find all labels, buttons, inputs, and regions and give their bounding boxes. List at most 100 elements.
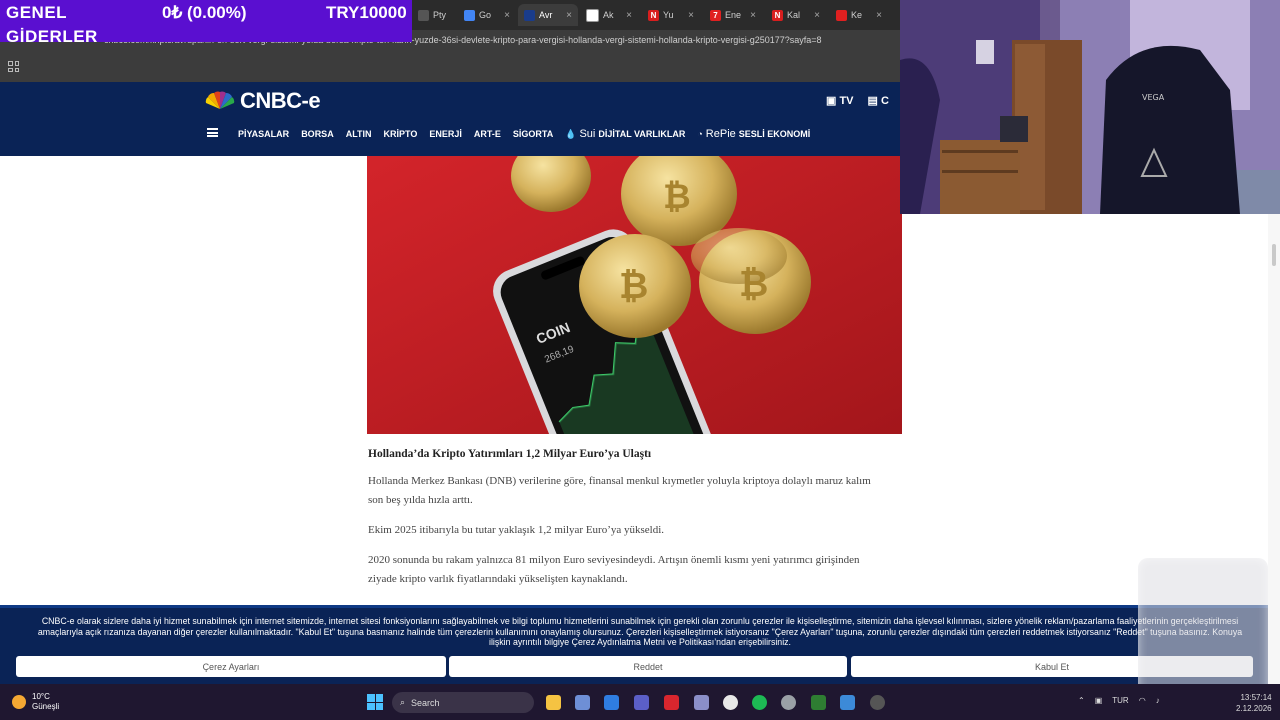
close-icon[interactable]: × (814, 10, 820, 21)
nav-item-art-e[interactable]: ART-E (474, 129, 501, 139)
tab-label: Avr (539, 10, 553, 20)
hamburger-menu-icon[interactable] (207, 128, 218, 137)
nav-item-enerji[interactable]: ENERJİ (429, 129, 462, 139)
tab-favicon (836, 9, 847, 21)
tab-favicon (418, 9, 429, 21)
radio-label: C (880, 95, 889, 107)
nav-item-borsa[interactable]: BORSA (301, 129, 334, 139)
tab-label: Go (479, 10, 492, 20)
tab-label: Pty (433, 10, 447, 20)
language-indicator[interactable]: TUR (1112, 696, 1128, 705)
scrollbar-thumb[interactable] (1272, 244, 1276, 266)
weather-widget[interactable]: 10°C Güneşli (12, 692, 59, 712)
chrome-icon[interactable] (723, 695, 738, 710)
repie-brand: RePie (705, 128, 736, 140)
search-label: Search (411, 697, 440, 708)
wifi-icon[interactable]: ◠ (1139, 696, 1146, 705)
taskbar-search[interactable]: ⌕ Search (392, 692, 534, 713)
close-icon[interactable]: × (750, 10, 756, 21)
repie-label: SESLİ EKONOMİ (738, 129, 811, 139)
bitcoin-phone-illustration: COIN 268,19 ₿ ₿ ₿ (367, 156, 902, 434)
search-icon: ⌕ (400, 697, 406, 707)
cookie-notice-text: CNBC-e olarak sizlere daha iyi hizmet su… (37, 616, 1243, 647)
bookmarks-bar (0, 54, 900, 83)
sui-drop-icon: 💧 (565, 128, 577, 139)
overlay-title-line2: GİDERLER (6, 27, 98, 46)
tab-yu[interactable]: N Yu × (642, 4, 700, 26)
overlay-balance: TRY10000 (326, 3, 407, 22)
overlay-title-line1: GENEL (6, 3, 68, 22)
task-view-icon[interactable] (575, 695, 590, 710)
nav-item-piyasalar[interactable]: PİYASALAR (238, 129, 289, 139)
tab-kal[interactable]: N Kal × (766, 4, 826, 26)
tab-label: Ene (725, 10, 742, 20)
close-icon[interactable]: × (876, 10, 882, 21)
tray-app-icon[interactable]: ▣ (1095, 696, 1103, 705)
chair-brand-text: VEGA (1142, 93, 1165, 102)
app-red-icon[interactable] (664, 695, 679, 710)
tv-label: TV (839, 95, 854, 107)
cookie-settings-button[interactable]: Çerez Ayarları (16, 656, 446, 677)
overlay-amount: 0₺ (0.00%) (162, 3, 247, 22)
repie-icon: ◔ (697, 129, 703, 139)
nav-item-sesli-ekonomi[interactable]: ◔ RePie SESLİ EKONOMİ (697, 128, 810, 140)
tab-label: Ak (603, 10, 614, 20)
webcam-room-image: VEGA (900, 0, 1280, 214)
photos-icon[interactable] (840, 695, 855, 710)
site-header: CNBC-e ▣ TV ▤ C PİYASALAR BORSA ALTIN KR… (0, 82, 900, 156)
store-icon[interactable] (604, 695, 619, 710)
nav-item-kripto[interactable]: KRİPTO (384, 129, 418, 139)
close-icon[interactable]: × (688, 10, 694, 21)
svg-text:₿: ₿ (739, 264, 768, 305)
taskbar-clock[interactable]: 13:57:14 2.12.2026 (1236, 692, 1272, 714)
tab-pty[interactable]: Pty (412, 4, 456, 26)
app-green-icon[interactable] (811, 695, 826, 710)
tab-active-cnbc[interactable]: Avr × (518, 4, 578, 26)
settings-gear-icon[interactable] (781, 695, 796, 710)
tab-ke[interactable]: Ke × (830, 4, 888, 26)
weather-condition: Güneşli (32, 702, 60, 711)
cnbc-logo[interactable]: CNBC-e (204, 88, 321, 114)
tab-label: Yu (663, 10, 674, 20)
sui-brand: Sui (579, 128, 596, 140)
close-icon[interactable]: × (566, 10, 572, 21)
clock-time: 13:57:14 (1240, 693, 1272, 702)
tab-google[interactable]: Go × (458, 4, 516, 26)
spotify-icon[interactable] (752, 695, 767, 710)
teams-icon[interactable] (634, 695, 649, 710)
clock-date: 2.12.2026 (1236, 704, 1272, 713)
windows-start-icon[interactable] (367, 694, 383, 710)
article-paragraph: Hollanda Merkez Bankası (DNB) verilerine… (368, 475, 871, 506)
tab-ene[interactable]: 7 Ene × (704, 4, 762, 26)
logo-text: CNBC-e (240, 88, 321, 113)
weather-temp: 10°C (32, 692, 50, 701)
header-right-links: ▣ TV ▤ C (826, 94, 889, 107)
cookie-reject-button[interactable]: Reddet (449, 656, 847, 677)
tv-link[interactable]: ▣ TV (826, 94, 854, 107)
system-tray: ⌃ ▣ TUR ◠ ♪ (1078, 696, 1160, 705)
tab-favicon: 7 (710, 9, 721, 21)
finance-overlay: GENEL 0₺ (0.00%) TRY10000 GİDERLER (0, 0, 412, 46)
tab-ak[interactable]: Ak × (580, 4, 638, 26)
nav-item-sigorta[interactable]: SİGORTA (513, 129, 553, 139)
volume-icon[interactable]: ♪ (1156, 696, 1160, 705)
tab-favicon: N (772, 9, 783, 21)
windows-taskbar: 10°C Güneşli ⌕ Search ⌃ ▣ TUR ◠ ♪ 13:57:… (0, 684, 1280, 720)
obs-icon[interactable] (870, 695, 885, 710)
article-paragraph: Ekim 2025 itibarıyla bu tutar yaklaşık 1… (368, 524, 665, 536)
close-icon[interactable]: × (504, 10, 510, 21)
main-nav: PİYASALAR BORSA ALTIN KRİPTO ENERJİ ART-… (238, 128, 810, 140)
nav-item-altin[interactable]: ALTIN (346, 129, 372, 139)
close-icon[interactable]: × (626, 10, 632, 21)
sun-icon (12, 695, 26, 709)
page-scrollbar[interactable] (1268, 214, 1280, 684)
tab-label: Kal (787, 10, 801, 20)
apps-grid-icon[interactable] (8, 61, 19, 72)
chevron-up-icon[interactable]: ⌃ (1078, 696, 1085, 705)
tab-favicon (464, 9, 475, 21)
app-purple-icon[interactable] (694, 695, 709, 710)
peacock-icon (205, 91, 235, 109)
radio-link[interactable]: ▤ C (868, 94, 889, 107)
file-explorer-icon[interactable] (546, 695, 561, 710)
nav-item-dijital-varliklar[interactable]: 💧 Sui DİJİTAL VARLIKLAR (565, 128, 685, 140)
